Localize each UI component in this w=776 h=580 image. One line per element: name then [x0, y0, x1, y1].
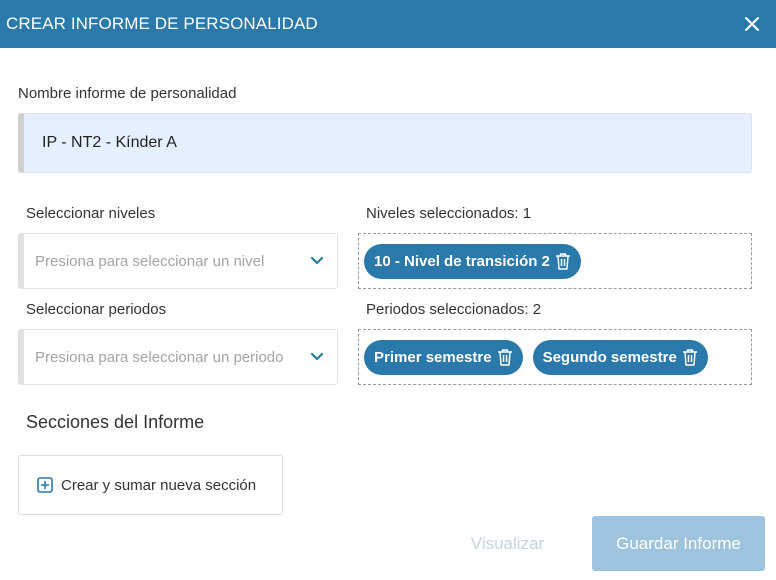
period-chip-label: Segundo semestre — [542, 348, 677, 366]
chevron-down-icon — [297, 256, 337, 266]
close-icon[interactable] — [740, 12, 764, 36]
report-name-label: Nombre informe de personalidad — [18, 85, 237, 102]
selected-levels-label: Niveles seleccionados: 1 — [366, 205, 532, 222]
select-levels-label: Seleccionar niveles — [26, 205, 156, 222]
period-chip[interactable]: Primer semestre — [364, 339, 523, 375]
levels-select-placeholder: Presiona para seleccionar un nivel — [35, 252, 265, 270]
selected-periods-label: Periodos seleccionados: 2 — [366, 301, 542, 318]
selected-periods-box: Primer semestre Segundo semestre — [358, 329, 752, 385]
level-chip-label: 10 - Nivel de transición 2 — [374, 252, 550, 270]
selected-levels-box: 10 - Nivel de transición 2 — [358, 233, 752, 289]
dialog-header: CREAR INFORME DE PERSONALIDAD — [0, 0, 776, 48]
dialog-title: CREAR INFORME DE PERSONALIDAD — [6, 14, 318, 33]
trash-icon[interactable] — [497, 348, 513, 366]
level-chip[interactable]: 10 - Nivel de transición 2 — [364, 243, 581, 279]
levels-select[interactable]: Presiona para seleccionar un nivel — [18, 233, 338, 289]
chevron-down-icon — [297, 352, 337, 362]
visualize-button[interactable]: Visualizar — [455, 516, 560, 571]
periods-select[interactable]: Presiona para seleccionar un periodo — [18, 329, 338, 385]
trash-icon[interactable] — [682, 348, 698, 366]
period-chip-label: Primer semestre — [374, 348, 492, 366]
trash-icon[interactable] — [555, 252, 571, 270]
save-report-button[interactable]: Guardar Informe — [592, 516, 765, 571]
add-section-button[interactable]: Crear y sumar nueva sección — [18, 455, 283, 515]
add-section-label: Crear y sumar nueva sección — [61, 476, 257, 494]
sections-title: Secciones del Informe — [26, 412, 205, 432]
select-periods-label: Seleccionar periodos — [26, 301, 167, 318]
periods-select-placeholder: Presiona para seleccionar un periodo — [35, 348, 284, 366]
period-chip[interactable]: Segundo semestre — [532, 339, 708, 375]
plus-square-icon — [37, 477, 53, 493]
report-name-input[interactable]: IP - NT2 - Kínder A — [18, 113, 752, 173]
